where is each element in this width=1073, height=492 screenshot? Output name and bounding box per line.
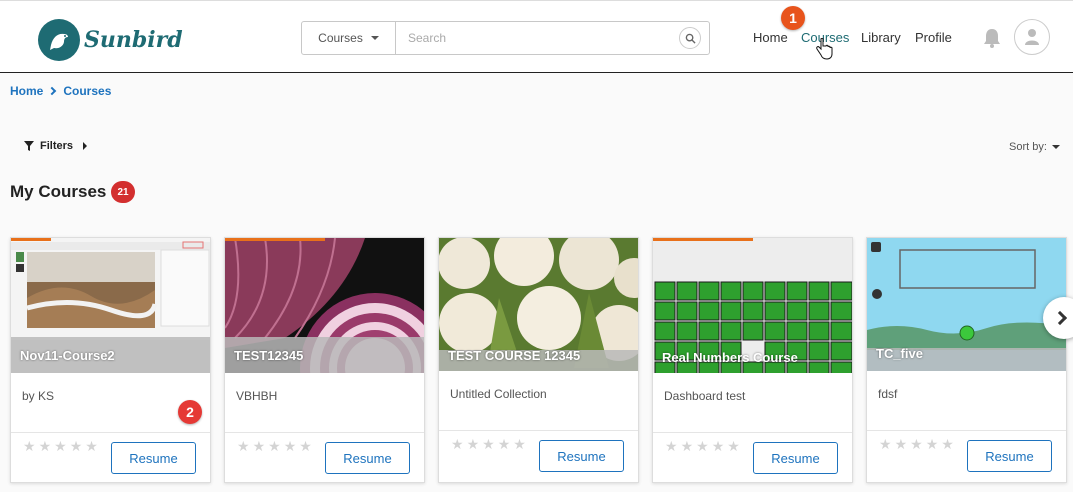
course-card[interactable]: TC_five fdsf ★ ★ ★ ★ ★ Resume bbox=[866, 237, 1067, 483]
star-icon: ★ bbox=[711, 439, 725, 455]
search-bar: Courses bbox=[301, 21, 710, 55]
nav-library[interactable]: Library bbox=[861, 30, 901, 45]
course-subtitle: Dashboard test bbox=[664, 389, 746, 403]
course-card[interactable]: TEST12345 VBHBH ★ ★ ★ ★ ★ Resume bbox=[224, 237, 425, 483]
nav-profile[interactable]: Profile bbox=[915, 30, 952, 45]
filters-label: Filters bbox=[40, 140, 74, 152]
course-thumbnail: TEST COURSE 12345 bbox=[439, 238, 638, 371]
search-input[interactable] bbox=[396, 22, 679, 54]
star-icon: ★ bbox=[482, 437, 495, 453]
card-divider bbox=[11, 432, 210, 433]
course-thumbnail: TEST12345 bbox=[225, 238, 424, 373]
course-subtitle: Untitled Collection bbox=[450, 387, 547, 401]
card-divider bbox=[439, 430, 638, 431]
star-icon: ★ bbox=[497, 437, 511, 453]
caret-down-icon bbox=[1051, 145, 1060, 149]
progress-bar bbox=[653, 238, 753, 241]
hand-cursor-icon bbox=[815, 37, 833, 65]
sort-by-label: Sort by: bbox=[1009, 141, 1047, 153]
course-title: TEST COURSE 12345 bbox=[448, 348, 581, 363]
star-icon: ★ bbox=[451, 437, 464, 453]
rating-stars: ★ ★ ★ ★ ★ bbox=[665, 440, 740, 454]
sort-by-dropdown[interactable]: Sort by: bbox=[1009, 141, 1060, 153]
course-thumbnail: TC_five bbox=[867, 238, 1066, 371]
progress-bar bbox=[11, 238, 51, 241]
section-title: My Courses bbox=[10, 182, 107, 201]
star-icon: ★ bbox=[941, 437, 954, 453]
star-icon: ★ bbox=[54, 439, 67, 455]
chevron-right-icon bbox=[48, 86, 57, 96]
sunbird-logo[interactable]: Sunbird bbox=[38, 19, 183, 61]
star-icon: ★ bbox=[513, 437, 526, 453]
breadcrumb-current[interactable]: Courses bbox=[63, 84, 111, 98]
nav-home[interactable]: Home bbox=[753, 30, 788, 45]
caret-right-icon bbox=[83, 142, 88, 150]
course-thumbnail: Real Numbers Course bbox=[653, 238, 852, 373]
course-card[interactable]: TEST COURSE 12345 Untitled Collection ★ ★… bbox=[438, 237, 639, 483]
rating-stars: ★ ★ ★ ★ ★ bbox=[23, 440, 98, 454]
star-icon: ★ bbox=[237, 439, 250, 455]
star-icon: ★ bbox=[252, 439, 266, 455]
chevron-right-icon bbox=[1052, 310, 1068, 326]
rating-stars: ★ ★ ★ ★ ★ bbox=[237, 440, 312, 454]
star-icon: ★ bbox=[727, 439, 740, 455]
star-icon: ★ bbox=[925, 437, 939, 453]
star-icon: ★ bbox=[910, 437, 923, 453]
step-callout-2: 2 bbox=[178, 400, 202, 424]
resume-button[interactable]: Resume bbox=[753, 442, 838, 474]
star-icon: ★ bbox=[69, 439, 83, 455]
rating-stars: ★ ★ ★ ★ ★ bbox=[879, 438, 954, 452]
rating-stars: ★ ★ ★ ★ ★ bbox=[451, 438, 526, 452]
resume-button[interactable]: Resume bbox=[111, 442, 196, 474]
search-category-select[interactable]: Courses bbox=[302, 22, 396, 54]
star-icon: ★ bbox=[696, 439, 709, 455]
star-icon: ★ bbox=[680, 439, 694, 455]
course-subtitle: VBHBH bbox=[236, 389, 278, 403]
bell-icon[interactable] bbox=[982, 27, 1002, 54]
breadcrumb: Home Courses bbox=[10, 84, 111, 98]
course-title: TC_five bbox=[876, 346, 923, 361]
course-count-badge: 21 bbox=[111, 181, 135, 203]
card-divider bbox=[653, 432, 852, 433]
card-divider bbox=[225, 432, 424, 433]
star-icon: ★ bbox=[38, 439, 52, 455]
course-thumbnail: Nov11-Course2 bbox=[11, 238, 210, 373]
resume-button[interactable]: Resume bbox=[539, 440, 624, 472]
star-icon: ★ bbox=[299, 439, 312, 455]
course-title: TEST12345 bbox=[234, 348, 304, 363]
card-divider bbox=[867, 430, 1066, 431]
filters-toggle[interactable]: Filters bbox=[24, 140, 88, 152]
search-category-label: Courses bbox=[318, 31, 363, 45]
star-icon: ★ bbox=[283, 439, 297, 455]
filter-icon bbox=[24, 141, 34, 151]
course-title: Nov11-Course2 bbox=[20, 348, 115, 363]
resume-button[interactable]: Resume bbox=[325, 442, 410, 474]
course-title: Real Numbers Course bbox=[662, 350, 798, 365]
breadcrumb-home[interactable]: Home bbox=[10, 84, 43, 98]
star-icon: ★ bbox=[85, 439, 98, 455]
star-icon: ★ bbox=[879, 437, 892, 453]
star-icon: ★ bbox=[894, 437, 908, 453]
course-subtitle: by KS bbox=[22, 389, 55, 403]
app-name: Sunbird bbox=[84, 27, 183, 53]
caret-down-icon bbox=[370, 36, 379, 40]
progress-bar bbox=[225, 238, 325, 241]
bird-icon bbox=[38, 19, 80, 61]
resume-button[interactable]: Resume bbox=[967, 440, 1052, 472]
course-subtitle: fdsf bbox=[878, 387, 898, 401]
search-icon[interactable] bbox=[679, 27, 701, 49]
star-icon: ★ bbox=[268, 439, 281, 455]
header: Sunbird Courses Home Courses Library Pro… bbox=[0, 0, 1073, 73]
star-icon: ★ bbox=[665, 439, 678, 455]
course-card[interactable]: Real Numbers Course Dashboard test ★ ★ ★ ★ ★… bbox=[652, 237, 853, 483]
course-card[interactable]: Nov11-Course2 by KS ★ ★ ★ ★ ★ Resume bbox=[10, 237, 211, 483]
star-icon: ★ bbox=[466, 437, 480, 453]
user-icon[interactable] bbox=[1014, 19, 1050, 55]
star-icon: ★ bbox=[23, 439, 36, 455]
step-callout-1: 1 bbox=[781, 6, 805, 30]
